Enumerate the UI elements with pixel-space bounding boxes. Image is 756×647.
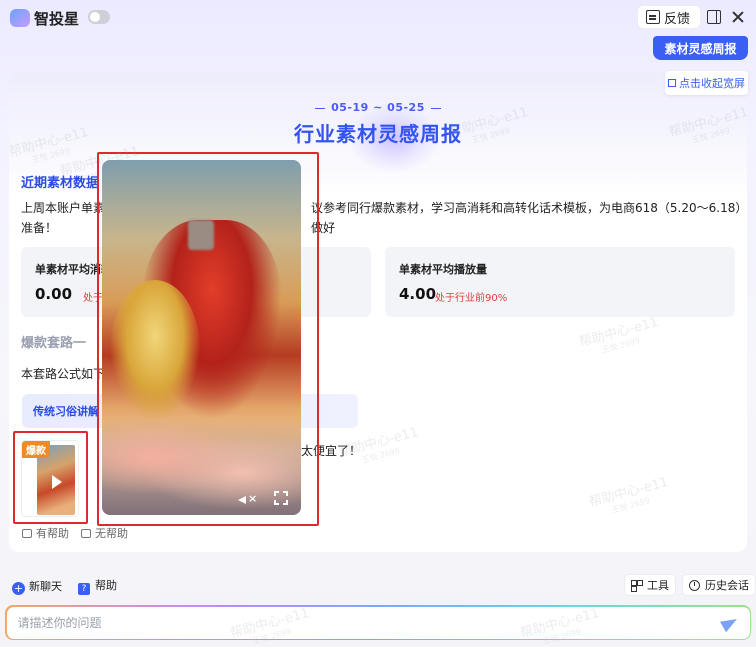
- feedback-button[interactable]: 反馈: [637, 5, 701, 29]
- section-recent-title: 近期素材数据: [21, 176, 100, 191]
- intro-text-end: 准备！: [21, 221, 58, 235]
- intro-text-continued: 议参考同行爆款素材，学习高消耗和高转化话术模板，为电商618（5.20～6.18…: [311, 201, 742, 235]
- chat-input-inner: [6, 606, 750, 639]
- tools-button[interactable]: 工具: [624, 574, 676, 596]
- send-icon[interactable]: [722, 615, 738, 631]
- watermark: 帮助中心-e11王悦 2699: [587, 474, 670, 515]
- report-title: 行业素材灵感周报: [294, 122, 462, 146]
- report-date-range: 05-19 ~ 05-25: [9, 101, 747, 114]
- unhelpful-label: 无帮助: [95, 527, 128, 540]
- tag-label: 传统习俗讲解: [33, 405, 99, 418]
- grid-icon: [631, 579, 642, 592]
- metric-note: 处于行业前90%: [435, 293, 508, 304]
- inspiration-report-button[interactable]: 素材灵感周报: [653, 36, 748, 60]
- help-button[interactable]: ? 帮助: [78, 577, 117, 595]
- video-lion: [110, 280, 200, 420]
- chat-input[interactable]: [6, 606, 687, 639]
- fullscreen-icon[interactable]: [274, 491, 288, 505]
- helpful-button[interactable]: 有帮助: [22, 525, 69, 541]
- side-panel-icon[interactable]: [707, 10, 721, 24]
- bottom-left-toolbar: + 新聊天 ? 帮助: [12, 577, 117, 595]
- thumbs-up-icon: [22, 529, 32, 538]
- feedback-label: 反馈: [664, 11, 691, 27]
- history-label: 历史会话: [705, 579, 749, 592]
- mute-icon[interactable]: ×: [238, 492, 257, 506]
- chat-input-container: [5, 605, 751, 640]
- mode-toggle[interactable]: [88, 10, 110, 24]
- collapse-label: 点击收起宽屏: [679, 77, 745, 90]
- collapse-icon: [668, 79, 676, 87]
- video-thumbnail[interactable]: 爆款: [21, 440, 79, 517]
- plus-circle-icon: +: [12, 581, 25, 595]
- helpful-label: 有帮助: [36, 527, 69, 540]
- feedback-icon: [646, 10, 660, 24]
- thumbs-down-icon: [81, 529, 91, 538]
- close-icon[interactable]: [731, 10, 745, 24]
- top-bar: 智投星 反馈: [0, 0, 756, 36]
- unhelpful-button[interactable]: 无帮助: [81, 525, 128, 541]
- app-logo-icon: [10, 9, 30, 27]
- hot-badge: 爆款: [22, 441, 50, 458]
- watermark: 帮助中心-e11王悦 2699: [577, 314, 660, 355]
- feedback-row: 有帮助 无帮助: [22, 525, 128, 541]
- help-icon: ?: [78, 583, 90, 595]
- play-icon[interactable]: [52, 475, 62, 489]
- metric-value: 0.00: [35, 285, 73, 303]
- video-player[interactable]: ×: [102, 160, 301, 515]
- metric-label: 单素材平均播放量: [399, 263, 487, 276]
- help-label: 帮助: [95, 579, 117, 592]
- new-chat-button[interactable]: + 新聊天: [12, 578, 62, 595]
- new-chat-label: 新聊天: [29, 579, 62, 593]
- app-title: 智投星: [34, 10, 80, 28]
- tools-label: 工具: [647, 579, 669, 592]
- history-icon: [689, 579, 700, 591]
- blurred-face: [188, 220, 214, 250]
- video-clouds: [102, 420, 301, 515]
- metric-value: 4.00: [399, 285, 437, 303]
- collapse-wide-button[interactable]: 点击收起宽屏: [665, 71, 748, 95]
- history-button[interactable]: 历史会话: [682, 574, 756, 596]
- window-controls: [706, 6, 746, 28]
- metric-card-plays: 单素材平均播放量 4.00 处于行业前90%: [385, 247, 735, 317]
- section-hot-title: 爆款套路一: [21, 336, 87, 351]
